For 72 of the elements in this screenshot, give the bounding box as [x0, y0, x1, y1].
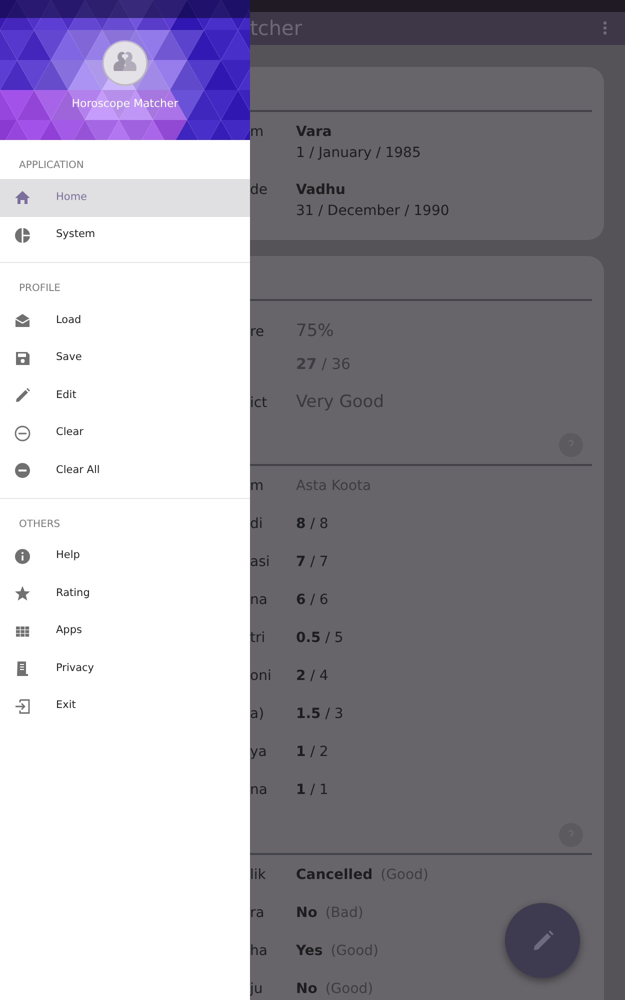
- item-label: Help: [56, 548, 80, 564]
- drawer-item[interactable]: Exit: [0, 688, 250, 725]
- drawer-item[interactable]: Clear All: [0, 452, 250, 490]
- item-label: Rating: [56, 586, 90, 601]
- item-label: Clear All: [56, 462, 100, 478]
- row-label: m: [250, 477, 265, 496]
- row-value: 8 / 8: [296, 515, 328, 534]
- drawer-item[interactable]: Clear: [0, 414, 250, 452]
- row-value: 1 / 1: [296, 781, 328, 800]
- row-value: 0.5 / 5: [296, 629, 344, 648]
- drawer-item[interactable]: Rating: [0, 575, 250, 612]
- row-label: a): [250, 705, 266, 724]
- section-heading: APPLICATION: [18, 159, 85, 173]
- row-value: 6 / 6: [296, 591, 328, 610]
- row-value: Cancelled: [296, 866, 373, 885]
- more-options-icon[interactable]: [603, 21, 607, 36]
- person-name: Vara: [296, 122, 333, 142]
- minus-circle-icon: [14, 424, 31, 442]
- row-label: de: [250, 180, 268, 200]
- item-label: Home: [56, 190, 88, 205]
- item-label: System: [56, 227, 96, 242]
- item-label: Apps: [56, 623, 82, 638]
- row-label: ju: [250, 980, 264, 999]
- pencil-icon: [14, 387, 31, 404]
- person-name: Vadhu: [296, 180, 346, 200]
- drawer-item[interactable]: Edit: [0, 377, 250, 414]
- birth-date: 1 / January / 1985: [296, 144, 421, 162]
- row-label: oni: [250, 667, 272, 686]
- row-label: asi: [250, 553, 271, 572]
- drawer-item[interactable]: System: [0, 216, 250, 254]
- row-label: m: [250, 122, 265, 142]
- envelope-icon: [14, 312, 31, 330]
- row-value: Yes: [296, 942, 323, 961]
- section-heading: PROFILE: [18, 282, 62, 296]
- birth-date: 31 / December / 1990: [296, 202, 450, 220]
- drawer-item[interactable]: Apps: [0, 612, 250, 650]
- info-icon: [14, 548, 31, 565]
- home-icon: [14, 189, 31, 206]
- item-label: Privacy: [56, 660, 94, 676]
- logo-icon: [102, 40, 148, 86]
- item-label: Load: [56, 312, 82, 328]
- row-label: re: [250, 322, 266, 342]
- exit-icon: [14, 698, 31, 715]
- row-label: na: [250, 781, 268, 800]
- row-label: ha: [250, 942, 268, 961]
- item-label: Exit: [56, 698, 76, 714]
- drawer-item[interactable]: Help: [0, 538, 250, 575]
- row-value: 1 / 2: [296, 743, 328, 762]
- row-label: ict: [250, 394, 268, 412]
- minus-circle-icon: [14, 462, 31, 480]
- row-value: 1.5 / 3: [296, 705, 344, 724]
- app-name: Horoscope Matcher: [72, 96, 178, 112]
- row-label: lik: [250, 866, 267, 885]
- document-icon: [14, 660, 31, 678]
- row-label: ra: [250, 904, 266, 923]
- drawer-item[interactable]: Load: [0, 302, 250, 340]
- row-value: 2 / 4: [296, 667, 328, 686]
- row-label: na: [250, 591, 268, 610]
- item-label: Edit: [56, 388, 76, 403]
- pie-chart-icon: [14, 226, 31, 244]
- drawer-item[interactable]: Save: [0, 340, 250, 377]
- row-label: di: [250, 515, 264, 534]
- row-label: ya: [250, 743, 268, 762]
- section-heading: OTHERS: [18, 518, 62, 532]
- star-icon: [14, 585, 31, 602]
- row-value: No: [296, 980, 318, 999]
- drawer-item[interactable]: Privacy: [0, 650, 250, 688]
- row-label: tri: [250, 629, 266, 648]
- row-value: No: [296, 904, 318, 923]
- item-label: Save: [56, 350, 82, 366]
- item-label: Clear: [56, 425, 84, 440]
- row-value: 7 / 7: [296, 553, 328, 572]
